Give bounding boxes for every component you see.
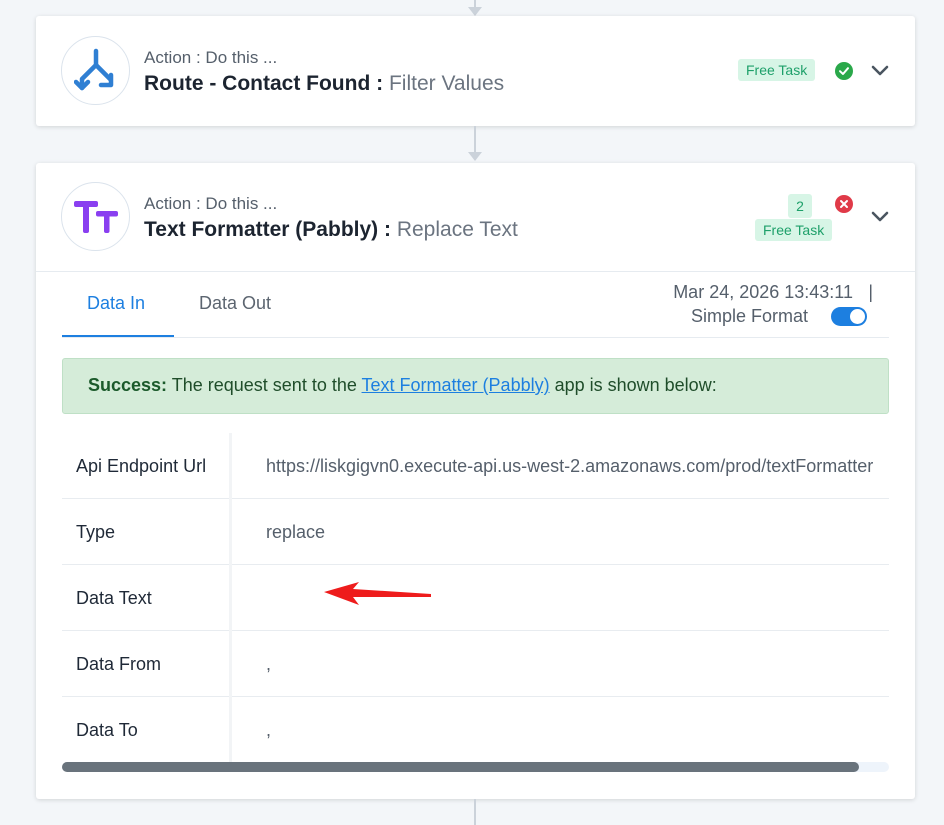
- app-logo-router: [61, 36, 130, 105]
- free-task-badge: Free Task: [738, 59, 816, 81]
- router-split-icon: [73, 48, 113, 90]
- flow-arrow-middle: [468, 152, 482, 161]
- header-divider: [36, 271, 915, 272]
- table-row: Data Text: [62, 565, 889, 631]
- simple-format-label: Simple Format: [690, 306, 808, 326]
- free-task-badge: Free Task: [755, 219, 833, 241]
- scrollbar-thumb[interactable]: [62, 762, 859, 772]
- flow-connector-bottom: [474, 799, 476, 825]
- task-count-badge: 2: [788, 194, 812, 218]
- step-subtitle: Action : Do this ...: [144, 194, 278, 213]
- step-app-name: Text Formatter (Pabbly) :: [144, 218, 391, 241]
- row-value: ,: [266, 654, 272, 674]
- row-key: Type: [62, 499, 232, 565]
- chevron-down-icon[interactable]: [869, 60, 891, 82]
- error-x-icon: [835, 195, 853, 213]
- flow-arrow-top: [468, 7, 482, 16]
- row-key: Data From: [62, 631, 232, 697]
- step-subtitle: Action : Do this ...: [144, 48, 278, 67]
- horizontal-scrollbar[interactable]: [62, 762, 889, 772]
- tab-data-out[interactable]: Data Out: [199, 293, 271, 314]
- alert-strong: Success:: [88, 375, 168, 395]
- alert-text-before: The request sent to the: [167, 375, 362, 395]
- app-link[interactable]: Text Formatter (Pabbly): [362, 375, 550, 395]
- row-key: Api Endpoint Url: [62, 433, 232, 499]
- step-event-name: Replace Text: [396, 218, 518, 241]
- success-alert: Success: The request sent to the Text Fo…: [62, 358, 889, 414]
- row-value: replace: [266, 522, 326, 542]
- tabs-divider: [62, 337, 889, 338]
- table-row: Data To ,: [62, 697, 889, 763]
- row-value: ,: [266, 720, 272, 740]
- alert-text-after: app is shown below:: [549, 375, 717, 395]
- text-formatter-icon: [73, 200, 118, 233]
- step-card-route[interactable]: Action : Do this ... Route - Contact Fou…: [36, 16, 915, 126]
- tab-data-in[interactable]: Data In: [87, 293, 145, 314]
- request-data-table: Api Endpoint Url https://liskgigvn0.exec…: [62, 433, 889, 763]
- table-row: Type replace: [62, 499, 889, 565]
- simple-format-toggle[interactable]: [831, 307, 867, 326]
- table-row: Data From ,: [62, 631, 889, 697]
- timestamp-separator: |: [868, 282, 873, 302]
- flow-connector-middle: [474, 126, 476, 153]
- app-logo-text-formatter: [61, 182, 130, 251]
- step-title: Route - Contact Found : Filter Values: [144, 72, 504, 96]
- row-key: Data Text: [62, 565, 232, 631]
- step-title: Text Formatter (Pabbly) : Replace Text: [144, 218, 518, 242]
- step-event-name: Filter Values: [388, 72, 505, 95]
- row-key: Data To: [62, 697, 232, 763]
- table-row: Api Endpoint Url https://liskgigvn0.exec…: [62, 433, 889, 499]
- chevron-down-icon[interactable]: [869, 206, 891, 228]
- toggle-knob: [850, 309, 865, 324]
- run-timestamp: Mar 24, 2026 13:43:11: [673, 282, 853, 302]
- annotation-arrow-icon: [324, 582, 431, 605]
- success-check-icon: [835, 62, 853, 80]
- step-card-text-formatter[interactable]: Action : Do this ... Text Formatter (Pab…: [36, 163, 915, 799]
- row-value: https://liskgigvn0.execute-api.us-west-2…: [266, 456, 874, 476]
- step-app-name: Route - Contact Found :: [144, 72, 384, 95]
- active-tab-underline: [62, 335, 174, 337]
